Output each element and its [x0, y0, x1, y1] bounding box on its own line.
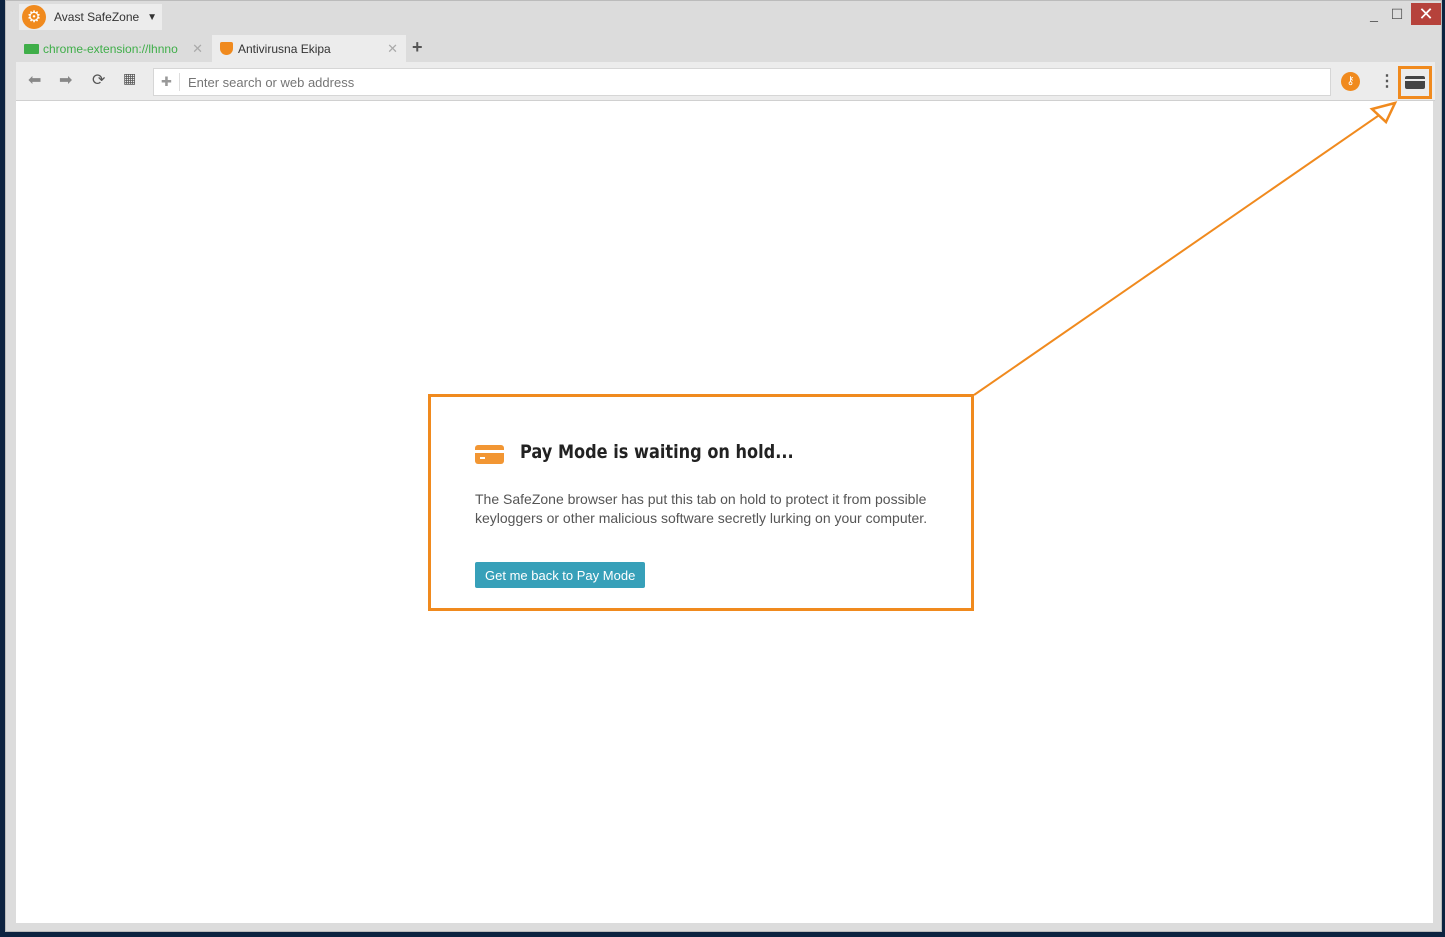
close-tab-icon[interactable]: ✕ [387, 41, 398, 57]
reload-icon[interactable]: ⟳ [92, 70, 105, 90]
forward-icon[interactable]: ➡ [59, 70, 72, 90]
avast-gear-icon: ⚙ [22, 5, 46, 29]
tab-label: Antivirusna Ekipa [238, 41, 331, 56]
back-to-pay-mode-button[interactable]: Get me back to Pay Mode [475, 562, 646, 588]
toolbar: ⬅ ➡ ⟳ ▦ ✚ ⚷ ⋮ [16, 62, 1435, 101]
hold-title: Pay Mode is waiting on hold... [520, 441, 794, 463]
app-title: Avast SafeZone [54, 10, 140, 24]
hold-message-panel: Pay Mode is waiting on hold... The SafeZ… [428, 394, 974, 611]
avast-shield-icon [220, 42, 233, 55]
card-icon [24, 43, 39, 54]
more-menu-icon[interactable]: ⋮ [1379, 71, 1395, 91]
tab-antivirusna-ekipa[interactable]: Antivirusna Ekipa ✕ [212, 35, 406, 62]
tab-extension[interactable]: chrome-extension://lhnno ✕ [16, 35, 211, 62]
address-input[interactable] [180, 74, 1330, 90]
pay-mode-button[interactable] [1398, 66, 1432, 99]
hold-description: The SafeZone browser has put this tab on… [475, 491, 928, 526]
address-bar: ✚ [153, 68, 1331, 96]
extension-puzzle-icon[interactable]: ✚ [154, 73, 180, 91]
tab-label: chrome-extension://lhnno [43, 41, 178, 56]
close-tab-icon[interactable]: ✕ [192, 41, 203, 57]
maximize-button[interactable]: ☐ [1387, 3, 1407, 25]
new-tab-button[interactable]: + [412, 37, 423, 58]
minimize-button[interactable]: _ [1364, 3, 1384, 25]
password-key-icon[interactable]: ⚷ [1341, 72, 1360, 91]
app-menu-button[interactable]: ⚙ Avast SafeZone ▼ [19, 4, 162, 30]
credit-card-icon [475, 445, 504, 464]
chevron-down-icon: ▼ [147, 11, 158, 23]
close-button[interactable]: ✕ [1411, 3, 1441, 25]
apps-grid-icon[interactable]: ▦ [123, 70, 136, 87]
back-icon[interactable]: ⬅ [28, 70, 41, 90]
card-icon [1405, 76, 1425, 89]
